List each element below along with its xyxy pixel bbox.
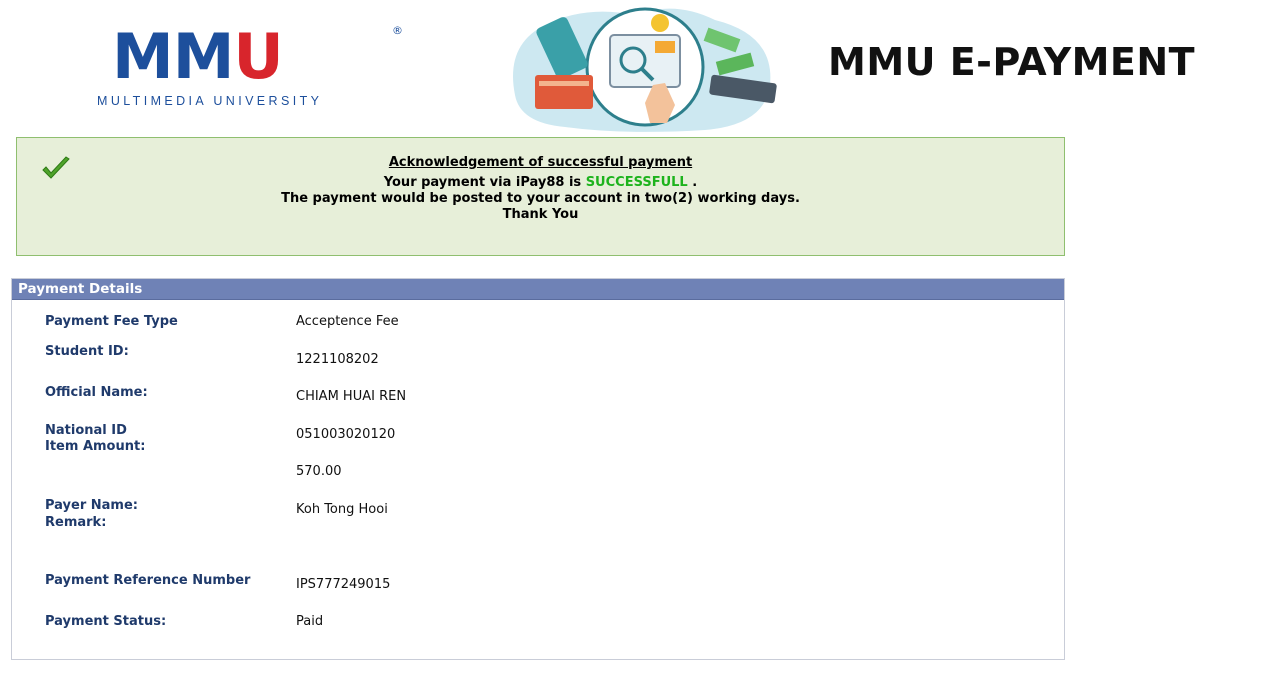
value-fee-type: Acceptence Fee <box>296 314 399 329</box>
label-reference-number: Payment Reference Number <box>45 573 251 588</box>
status-success-word: SUCCESSFULL <box>585 175 688 190</box>
label-item-amount: Item Amount: <box>45 439 146 454</box>
mmu-logo: MMU ® MULTIMEDIA UNIVERSITY <box>92 22 410 112</box>
value-payment-status: Paid <box>296 614 324 629</box>
thank-you: Thank You <box>502 207 579 222</box>
brand-title: MMU E-PAYMENT <box>828 40 1196 84</box>
payment-illustration <box>505 5 785 133</box>
label-payer-name: Payer Name: <box>45 498 138 513</box>
value-student-id: 1221108202 <box>296 352 379 367</box>
status-line: Your payment via iPay88 is SUCCESSFULL . <box>383 175 698 190</box>
logo-subtitle: MULTIMEDIA UNIVERSITY <box>97 94 323 108</box>
label-fee-type: Payment Fee Type <box>45 314 178 329</box>
value-reference-number: IPS777249015 <box>296 577 391 592</box>
acknowledgement-message: Acknowledgement of successful payment Yo… <box>17 155 1064 223</box>
payment-details-panel: Payment Details Payment Fee Type Accepte… <box>11 278 1065 660</box>
label-national-id: National ID <box>45 423 127 438</box>
label-payment-status: Payment Status: <box>45 614 167 629</box>
posting-note: The payment would be posted to your acco… <box>281 191 800 206</box>
label-official-name: Official Name: <box>45 385 148 400</box>
acknowledgement-box: Acknowledgement of successful payment Yo… <box>16 137 1065 256</box>
logo-wordmark: MMU <box>112 20 284 93</box>
value-payer-name: Koh Tong Hooi <box>296 502 388 517</box>
label-student-id: Student ID: <box>45 344 129 359</box>
payment-details-header: Payment Details <box>12 279 1064 300</box>
acknowledgement-title: Acknowledgement of successful payment <box>388 155 693 170</box>
value-national-id: 051003020120 <box>296 427 396 442</box>
value-official-name: CHIAM HUAI REN <box>296 389 407 404</box>
label-remark: Remark: <box>45 515 107 530</box>
registered-mark: ® <box>392 24 403 37</box>
value-item-amount: 570.00 <box>296 464 342 479</box>
